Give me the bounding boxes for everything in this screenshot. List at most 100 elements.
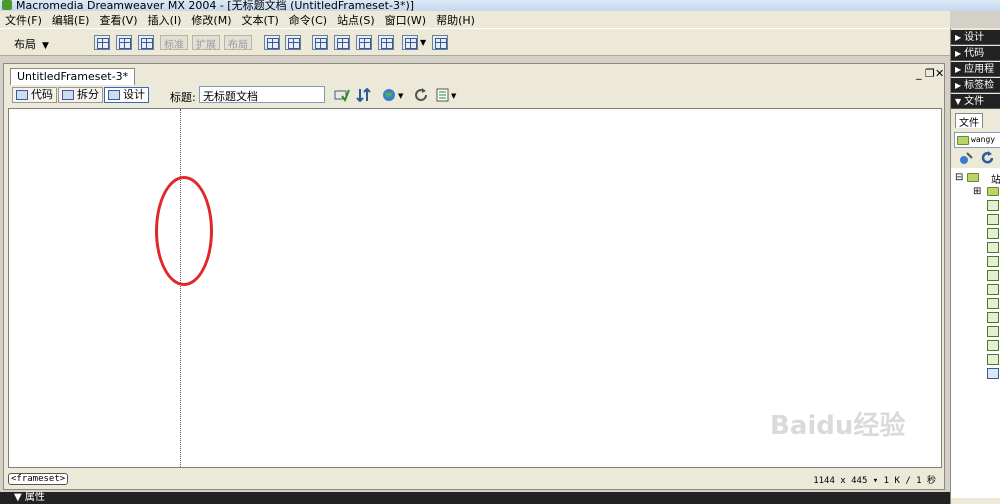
split-view-button[interactable]: 拆分 — [58, 87, 103, 103]
menu-site[interactable]: 站点(S) — [332, 12, 380, 28]
title-field-label: 标题: — [170, 91, 196, 104]
insert-toolbar: 布局 ▼ 标准 扩展 布局 ▼ — [0, 28, 950, 56]
collapsed-arrow-icon: ▶ — [955, 49, 962, 58]
file-icon[interactable] — [987, 354, 999, 365]
status-bar: <frameset> 1144 x 445 ▾ 1 K / 1 秒 — [8, 472, 942, 488]
file-tree: ⊟ 站 ⊞ — [951, 168, 1000, 498]
panel-design[interactable]: ▶ 设计 — [951, 30, 1000, 45]
file-icon[interactable] — [987, 340, 999, 351]
collapsed-arrow-icon: ▶ — [955, 65, 962, 74]
file-icon[interactable] — [987, 368, 999, 379]
panel-application[interactable]: ▶ 应用程 — [951, 62, 1000, 77]
annotation-circle — [155, 176, 213, 286]
tag-selector-frameset[interactable]: <frameset> — [8, 473, 69, 485]
right-panel-group: ▶ 设计 ▶ 代码 ▶ 应用程 ▶ 标签检 ▼ 文件 文件 wangy ⊟ 站 ⊞ — [950, 28, 1000, 504]
site-root-label[interactable]: 站 — [991, 171, 1000, 186]
mode-expanded-button[interactable]: 扩展 — [192, 35, 220, 51]
properties-panel-header[interactable]: ▼ 属性 — [0, 492, 950, 504]
insert-column-left-icon[interactable] — [356, 35, 372, 50]
menu-view[interactable]: 查看(V) — [94, 12, 142, 28]
panel-files-label: 文件 — [964, 96, 985, 107]
menu-window[interactable]: 窗口(W) — [380, 12, 431, 28]
split-view-label: 拆分 — [77, 88, 99, 101]
insert-row-below-icon[interactable] — [334, 35, 350, 50]
table-icon[interactable] — [94, 35, 110, 50]
draw-layout-cell-icon[interactable] — [264, 35, 280, 50]
insert-column-right-icon[interactable] — [378, 35, 394, 50]
mode-layout-button[interactable]: 布局 — [224, 35, 252, 51]
file-icon[interactable] — [987, 298, 999, 309]
mode-standard-button[interactable]: 标准 — [160, 35, 188, 51]
tabular-data-icon[interactable] — [432, 35, 448, 50]
draw-layout-table-icon[interactable] — [285, 35, 301, 50]
insert-category-select[interactable]: 布局 ▼ — [14, 36, 49, 52]
restore-icon[interactable]: ❐ — [925, 67, 935, 80]
refresh-icon[interactable] — [414, 88, 430, 102]
connect-icon[interactable] — [959, 151, 973, 165]
file-icon[interactable] — [987, 200, 999, 211]
menu-modify[interactable]: 修改(M) — [186, 12, 236, 28]
layer-icon[interactable] — [116, 35, 132, 50]
site-folder-icon — [957, 136, 969, 145]
file-icon[interactable] — [987, 214, 999, 225]
view-options-icon[interactable] — [436, 88, 452, 102]
file-icon[interactable] — [987, 312, 999, 323]
folder-icon — [967, 173, 979, 182]
frames-icon[interactable] — [402, 35, 418, 50]
tree-expand-icon[interactable]: ⊞ — [973, 186, 981, 197]
design-view-label: 设计 — [123, 88, 145, 101]
menu-text[interactable]: 文本(T) — [236, 12, 283, 28]
code-view-icon — [16, 90, 28, 100]
design-view-button[interactable]: 设计 — [104, 87, 149, 103]
design-view-icon — [108, 90, 120, 100]
tree-collapse-icon[interactable]: ⊟ — [955, 172, 963, 183]
frames-dropdown-icon[interactable]: ▼ — [420, 38, 426, 47]
menu-file[interactable]: 文件(F) — [0, 12, 47, 28]
file-icon[interactable] — [987, 256, 999, 267]
panel-code-label: 代码 — [964, 48, 985, 59]
watermark: Baidu经验 — [770, 411, 906, 441]
file-icon[interactable] — [987, 284, 999, 295]
document-toolbar: 代码 拆分 设计 标题: 无标题文档 ▼ ▼ — [12, 85, 942, 107]
browser-check-icon[interactable] — [334, 88, 350, 102]
code-view-label: 代码 — [31, 88, 53, 101]
expanded-arrow-icon: ▼ — [955, 97, 962, 106]
files-tab[interactable]: 文件 — [955, 113, 983, 129]
menu-insert[interactable]: 插入(I) — [143, 12, 187, 28]
code-view-button[interactable]: 代码 — [12, 87, 57, 103]
menu-commands[interactable]: 命令(C) — [284, 12, 332, 28]
menu-edit[interactable]: 编辑(E) — [47, 12, 95, 28]
panel-design-label: 设计 — [964, 32, 985, 43]
file-icon[interactable] — [987, 326, 999, 337]
panel-files[interactable]: ▼ 文件 — [951, 94, 1000, 109]
close-icon[interactable]: ✕ — [935, 67, 944, 80]
minimize-icon[interactable]: _ — [916, 67, 922, 80]
layout-table-icon[interactable] — [138, 35, 154, 50]
file-icon[interactable] — [987, 242, 999, 253]
insert-category-label: 布局 — [14, 38, 36, 51]
file-icon[interactable] — [987, 228, 999, 239]
refresh-icon[interactable] — [981, 151, 995, 165]
collapsed-arrow-icon: ▶ — [955, 33, 962, 42]
preview-browser-icon[interactable] — [382, 88, 398, 102]
document-tab[interactable]: UntitledFrameset-3* — [10, 68, 136, 85]
view-options-dropdown-icon[interactable]: ▼ — [451, 92, 456, 100]
collapsed-arrow-icon: ▶ — [955, 81, 962, 90]
panel-tag-inspector[interactable]: ▶ 标签检 — [951, 78, 1000, 93]
file-icon[interactable] — [987, 270, 999, 281]
frame-border[interactable] — [180, 109, 181, 467]
insert-row-above-icon[interactable] — [312, 35, 328, 50]
menu-help[interactable]: 帮助(H) — [431, 12, 480, 28]
panel-code[interactable]: ▶ 代码 — [951, 46, 1000, 61]
window-title: Macromedia Dreamweaver MX 2004 - [无标题文档 … — [16, 0, 415, 11]
folder-icon[interactable] — [987, 187, 999, 196]
site-select[interactable]: wangy — [954, 132, 1000, 148]
site-name: wangy — [971, 135, 996, 144]
app-icon — [2, 0, 12, 10]
window-size-info[interactable]: 1144 x 445 ▾ 1 K / 1 秒 — [813, 473, 936, 486]
menu-bar: 文件(F) 编辑(E) 查看(V) 插入(I) 修改(M) 文本(T) 命令(C… — [0, 11, 950, 28]
file-management-icon[interactable] — [356, 88, 372, 102]
preview-dropdown-icon[interactable]: ▼ — [398, 92, 403, 100]
document-title-input[interactable]: 无标题文档 — [199, 86, 325, 103]
panel-application-label: 应用程 — [964, 64, 995, 75]
